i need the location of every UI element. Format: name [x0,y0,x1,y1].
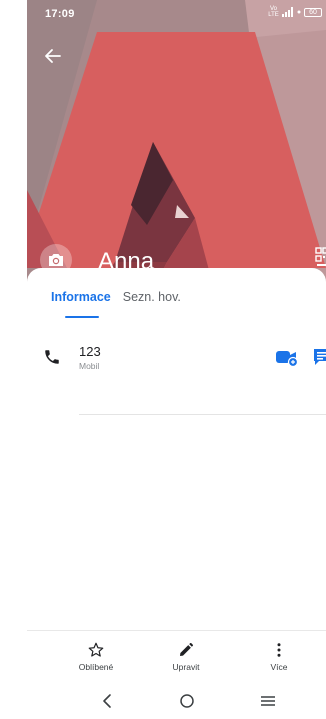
more-label: Více [270,662,288,672]
tab-call-history[interactable]: Sezn. hov. [123,290,181,304]
favorite-button[interactable]: Oblíbené [61,641,131,672]
menu-icon[interactable] [256,691,280,711]
video-call-icon[interactable] [275,346,299,368]
volte-indicator: Vo LTE [268,6,279,18]
status-icons: Vo LTE 60 [268,6,322,18]
star-outline-icon [88,642,104,657]
circle-icon[interactable] [175,691,199,711]
contact-header: 17:09 Vo LTE 60 Anna [27,0,326,300]
system-navigation-bar [27,682,326,719]
header-background-art [27,0,326,300]
tab-indicator [65,316,99,318]
status-time: 17:09 [45,8,75,20]
dot-icon [297,10,301,14]
status-bar: 17:09 Vo LTE 60 [27,0,326,26]
camera-icon [49,254,63,266]
bottom-action-bar: Oblíbené Upravit Více [27,630,326,682]
message-icon[interactable] [312,346,326,368]
favorite-label: Oblíbené [78,662,114,672]
qr-code-button[interactable] [315,247,326,269]
tab-bar: Informace Sezn. hov. [51,290,181,304]
signal-icon [282,7,293,17]
tab-informace[interactable]: Informace [51,290,111,304]
left-margin [0,0,27,719]
phone-number-row[interactable]: 123 Mobil [27,342,326,390]
pencil-icon [180,642,194,656]
qr-code-icon [315,247,326,266]
battery-icon: 60 [304,7,322,17]
details-sheet: Informace Sezn. hov. 123 Mobil [27,268,326,630]
contact-screen: 17:09 Vo LTE 60 Anna Informace Sezn. hov… [27,0,326,719]
edit-button[interactable]: Upravit [151,641,221,672]
phone-number: 123 [79,344,101,359]
back-button[interactable] [41,44,65,68]
edit-label: Upravit [172,662,200,672]
chevron-left-icon[interactable] [96,691,120,711]
phone-type-label: Mobil [79,361,100,371]
phone-icon [45,350,59,364]
more-vertical-icon [277,643,281,657]
more-button[interactable]: Více [244,641,314,672]
row-divider [79,414,326,415]
arrow-left-icon [45,49,61,63]
